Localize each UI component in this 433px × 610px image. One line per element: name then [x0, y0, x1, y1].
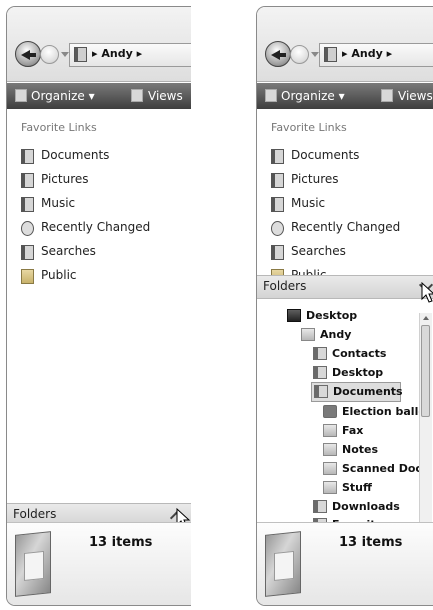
- folder-icon: [323, 481, 337, 494]
- organize-icon: [15, 89, 27, 102]
- views-icon: [381, 89, 393, 102]
- mouse-pointer-icon: [421, 281, 433, 303]
- forward-button[interactable]: [40, 45, 59, 64]
- breadcrumb-bar[interactable]: ▸ Andy ▸: [69, 43, 191, 67]
- back-button[interactable]: [265, 41, 291, 67]
- organize-button[interactable]: Organize ▾: [31, 89, 95, 103]
- tree-item-label: Downloads: [332, 500, 400, 513]
- folder-icon: [323, 462, 337, 475]
- searches-icon: [21, 245, 34, 260]
- tree-item-documents[interactable]: Documents: [311, 382, 403, 402]
- tree-item-label: Scanned Doc: [342, 462, 422, 475]
- folder-thumbnail-icon: [265, 531, 301, 597]
- navigation-pane: Favorite Links Documents Pictures Music …: [257, 111, 433, 281]
- link-label: Music: [41, 196, 76, 210]
- breadcrumb-bar[interactable]: ▸ Andy ▸: [319, 43, 433, 67]
- user-folder-icon: [301, 328, 315, 341]
- folder-icon: [74, 47, 87, 62]
- public-icon: [21, 269, 34, 284]
- tree-item-label: Contacts: [332, 347, 387, 360]
- back-button[interactable]: [15, 41, 41, 67]
- contacts-icon: [313, 347, 327, 360]
- views-button[interactable]: Views: [148, 89, 183, 103]
- link-label: Pictures: [291, 172, 339, 186]
- briefcase-icon: [323, 405, 337, 418]
- explorer-window-left: ▸ Andy ▸ Organize ▾ Views Favorite Links…: [6, 6, 191, 606]
- folder-icon: [324, 47, 337, 62]
- link-label: Searches: [291, 244, 346, 258]
- tree-item-label: Notes: [342, 443, 379, 456]
- tree-item-label: Election ballo: [342, 405, 426, 418]
- link-label: Documents: [41, 148, 110, 162]
- organize-button[interactable]: Organize ▾: [281, 89, 345, 103]
- recently-changed-icon: [271, 221, 284, 236]
- folders-label: Folders: [263, 279, 307, 293]
- desktop-folder-icon: [313, 366, 327, 379]
- explorer-window-right: ▸ Andy ▸ Organize ▾ Views Favorite Links…: [256, 6, 433, 606]
- pictures-icon: [271, 173, 284, 188]
- forward-button[interactable]: [290, 45, 309, 64]
- documents-icon: [21, 149, 34, 164]
- link-label: Documents: [291, 148, 360, 162]
- music-icon: [21, 197, 34, 212]
- recent-pages-dropdown[interactable]: [311, 52, 319, 57]
- views-button[interactable]: Views: [398, 89, 433, 103]
- tree-item-label: Stuff: [342, 481, 372, 494]
- details-pane: 13 items: [7, 522, 191, 605]
- item-count: 13 items: [89, 535, 153, 550]
- command-bar: Organize ▾ Views: [7, 83, 191, 109]
- tree-item-label: Desktop: [332, 366, 384, 379]
- searches-icon: [271, 245, 284, 260]
- folder-icon: [323, 424, 337, 437]
- link-label: Recently Changed: [291, 220, 401, 234]
- link-label: Recently Changed: [41, 220, 151, 234]
- breadcrumb[interactable]: ▸ Andy ▸: [92, 47, 142, 60]
- documents-folder-icon: [314, 385, 328, 398]
- organize-icon: [265, 89, 277, 102]
- favorite-links-heading: Favorite Links: [271, 121, 347, 134]
- command-bar: Organize ▾ Views: [257, 83, 433, 109]
- folder-tree: Desktop Andy Contacts Desktop Documents …: [257, 305, 433, 531]
- tree-item-label: Documents: [333, 385, 403, 398]
- folder-icon: [323, 443, 337, 456]
- link-label: Searches: [41, 244, 96, 258]
- folder-tree-scrollbar[interactable]: [419, 313, 432, 541]
- scrollbar-thumb[interactable]: [421, 325, 430, 417]
- documents-icon: [271, 149, 284, 164]
- favorite-links-heading: Favorite Links: [21, 121, 97, 134]
- downloads-icon: [313, 500, 327, 513]
- link-label: Music: [291, 196, 326, 210]
- recently-changed-icon: [21, 221, 34, 236]
- folder-thumbnail-icon: [15, 531, 51, 597]
- item-count: 13 items: [339, 535, 403, 550]
- tree-item-label: Andy: [320, 328, 352, 341]
- desktop-icon: [287, 309, 301, 322]
- pictures-icon: [21, 173, 34, 188]
- details-pane: 13 items: [257, 522, 433, 605]
- scroll-up-icon[interactable]: [423, 316, 429, 320]
- tree-item-label: Fax: [342, 424, 364, 437]
- recent-pages-dropdown[interactable]: [61, 52, 69, 57]
- address-bar: ▸ Andy ▸: [257, 7, 433, 82]
- music-icon: [271, 197, 284, 212]
- breadcrumb[interactable]: ▸ Andy ▸: [342, 47, 392, 60]
- address-bar: ▸ Andy ▸: [7, 7, 191, 82]
- link-label: Pictures: [41, 172, 89, 186]
- tree-item-label: Desktop: [306, 309, 358, 322]
- folders-label: Folders: [13, 507, 57, 521]
- folders-bar[interactable]: Folders: [257, 275, 433, 299]
- link-label: Public: [41, 268, 77, 282]
- views-icon: [131, 89, 143, 102]
